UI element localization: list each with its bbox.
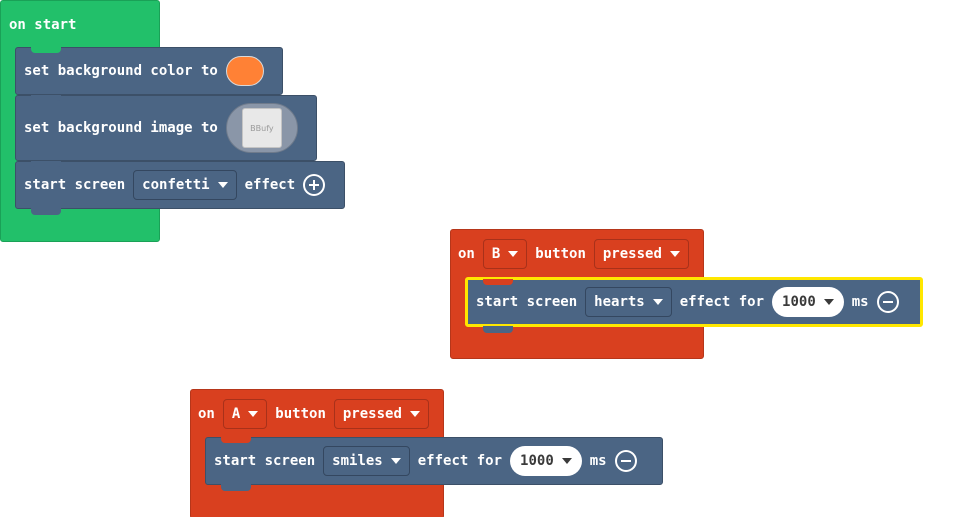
effect-dropdown[interactable]: smiles bbox=[323, 446, 410, 476]
duration-dropdown[interactable]: 1000 bbox=[510, 446, 582, 476]
set-background-color-block[interactable]: set background color to bbox=[15, 47, 283, 95]
block-notch bbox=[31, 95, 61, 101]
event-dropdown-value: pressed bbox=[342, 406, 402, 422]
blocks-workspace[interactable]: on start set background color to set bac… bbox=[0, 0, 974, 517]
duration-value: 1000 bbox=[782, 294, 816, 310]
button-select-value: B bbox=[491, 246, 501, 262]
button-label: button bbox=[275, 406, 326, 422]
duration-value: 1000 bbox=[520, 453, 554, 469]
on-start-label: on start bbox=[9, 17, 77, 33]
on-label: on bbox=[198, 406, 215, 422]
minus-circle-icon-fill bbox=[616, 452, 635, 470]
ms-label: ms bbox=[589, 453, 607, 469]
effect-dropdown[interactable]: hearts bbox=[585, 287, 672, 317]
set-background-color-label: set background color to bbox=[24, 63, 218, 79]
start-screen-label: start screen bbox=[476, 294, 578, 310]
effect-for-label: effect for bbox=[417, 453, 503, 469]
minus-circle-icon-fill bbox=[878, 293, 897, 311]
minus-circle-icon[interactable] bbox=[614, 450, 637, 472]
minus-bar bbox=[620, 460, 631, 462]
background-color-picker[interactable] bbox=[225, 56, 264, 86]
effect-dropdown-value: smiles bbox=[332, 453, 383, 469]
block-tab bbox=[221, 484, 251, 491]
start-screen-label: start screen bbox=[214, 453, 316, 469]
event-dropdown[interactable]: pressed bbox=[593, 239, 689, 269]
start-screen-label: start screen bbox=[24, 177, 126, 193]
caret-down-icon bbox=[823, 299, 834, 305]
effect-label: effect bbox=[244, 177, 296, 193]
button-label: button bbox=[535, 246, 586, 262]
caret-down-icon bbox=[652, 299, 663, 305]
block-tab bbox=[483, 326, 513, 333]
caret-down-icon bbox=[561, 458, 572, 464]
button-select-dropdown[interactable]: A bbox=[222, 399, 268, 429]
background-image-picker[interactable]: BBufy bbox=[225, 103, 298, 153]
effect-for-label: effect for bbox=[679, 294, 765, 310]
start-screen-effect-for-block[interactable]: start screen hearts effect for 1000 ms bbox=[465, 277, 923, 333]
start-screen-effect-block[interactable]: start screen confetti effect bbox=[15, 161, 345, 215]
start-screen-effect-for-block[interactable]: start screen smiles effect for 1000 ms bbox=[205, 437, 663, 491]
event-dropdown-value: pressed bbox=[602, 246, 662, 262]
minus-circle-icon[interactable] bbox=[876, 291, 899, 313]
duration-dropdown[interactable]: 1000 bbox=[772, 287, 844, 317]
block-notch bbox=[483, 279, 513, 285]
ms-label: ms bbox=[851, 294, 869, 310]
image-thumbnail: BBufy bbox=[241, 108, 282, 148]
caret-down-icon bbox=[217, 182, 228, 188]
minus-bar bbox=[882, 301, 893, 303]
caret-down-icon bbox=[409, 411, 420, 417]
button-select-value: A bbox=[231, 406, 241, 422]
caret-down-icon bbox=[248, 411, 259, 417]
plus-bar-v bbox=[313, 180, 316, 190]
block-notch bbox=[221, 437, 251, 443]
on-b-header: on B button pressed bbox=[458, 238, 697, 270]
set-background-image-block[interactable]: set background image to BBufy bbox=[15, 95, 317, 161]
set-background-image-label: set background image to bbox=[24, 120, 218, 136]
plus-circle-icon[interactable] bbox=[303, 174, 326, 196]
caret-down-icon bbox=[390, 458, 401, 464]
block-notch bbox=[31, 161, 61, 167]
effect-dropdown-value: confetti bbox=[142, 177, 210, 193]
effect-dropdown[interactable]: confetti bbox=[133, 170, 237, 200]
on-label: on bbox=[458, 246, 475, 262]
plus-circle-icon-fill bbox=[305, 176, 324, 194]
effect-dropdown-value: hearts bbox=[594, 294, 645, 310]
block-notch bbox=[31, 47, 61, 53]
caret-down-icon bbox=[669, 251, 680, 257]
event-dropdown[interactable]: pressed bbox=[333, 399, 429, 429]
button-select-dropdown[interactable]: B bbox=[482, 239, 528, 269]
caret-down-icon bbox=[508, 251, 519, 257]
on-a-header: on A button pressed bbox=[198, 398, 437, 430]
block-tab bbox=[31, 208, 61, 215]
